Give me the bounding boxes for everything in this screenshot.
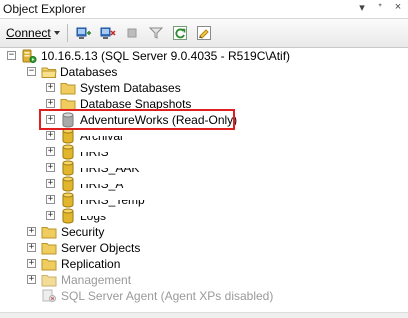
disconnect-icon[interactable] (97, 22, 119, 44)
filter-icon[interactable] (145, 22, 167, 44)
tree-node-sql-server-agent[interactable]: SQL Server Agent (Agent XPs disabled) (0, 288, 408, 304)
tree-node-database[interactable]: + Archival (0, 128, 408, 144)
expand-toggle[interactable]: + (46, 147, 55, 156)
expand-toggle[interactable]: + (27, 275, 36, 284)
tree-node-security[interactable]: + Security (0, 224, 408, 240)
tree-label: HRIS (80, 145, 109, 159)
expand-toggle[interactable]: + (46, 195, 55, 204)
folder-icon (60, 81, 76, 95)
object-explorer-toolbar: Connect (0, 18, 408, 48)
tree-node-database[interactable]: + HRIS_AAK (0, 160, 408, 176)
tree-label: Logs (80, 209, 107, 223)
folder-open-icon (41, 65, 57, 79)
folder-icon (41, 273, 57, 287)
tree-label: HRIS_AAK (80, 161, 140, 175)
expand-toggle[interactable]: + (27, 259, 36, 268)
tree-node-replication[interactable]: + Replication (0, 256, 408, 272)
connect-button[interactable]: Connect (4, 24, 62, 42)
tree-label: Replication (61, 257, 121, 271)
tree-label: HRIS_Temp (80, 193, 145, 207)
tree-node-database[interactable]: + HRIS_A (0, 176, 408, 192)
expand-toggle[interactable]: + (27, 243, 36, 252)
pin-icon[interactable]: ᐩ (374, 1, 386, 14)
tree-label: HRIS_A (80, 177, 124, 191)
tree-node-database[interactable]: + HRIS_Temp (0, 192, 408, 208)
folder-icon (41, 225, 57, 239)
tree-label: SQL Server Agent (Agent XPs disabled) (61, 289, 274, 303)
tree-node-server[interactable]: − 10.16.5.13 (SQL Server 9.0.4035 - R519… (0, 48, 408, 64)
toolbar-separator (66, 24, 68, 42)
stop-icon[interactable] (121, 22, 143, 44)
server-label: 10.16.5.13 (SQL Server 9.0.4035 - R519C\… (41, 49, 291, 63)
tree-label: Security (61, 225, 105, 239)
database-icon (60, 192, 76, 208)
expand-toggle[interactable]: + (46, 83, 55, 92)
tree-label: Management (61, 273, 132, 287)
collapse-toggle[interactable]: − (7, 51, 16, 60)
folder-icon (41, 241, 57, 255)
server-icon (21, 49, 37, 63)
close-icon[interactable]: × (392, 1, 404, 14)
database-icon (60, 208, 76, 224)
window-controls: ▾ ᐩ × (356, 1, 404, 14)
database-icon (60, 176, 76, 192)
tree-node-database[interactable]: + HRIS (0, 144, 408, 160)
expand-toggle[interactable]: + (27, 227, 36, 236)
expand-toggle[interactable]: + (46, 163, 55, 172)
tree-label: System Databases (80, 81, 181, 95)
expand-toggle[interactable]: + (46, 179, 55, 188)
connect-icon[interactable] (73, 22, 95, 44)
tree-label: Archival (80, 129, 123, 143)
database-icon (60, 160, 76, 176)
chevron-down-icon (53, 31, 60, 35)
tree-node-database[interactable]: + Logs (0, 208, 408, 224)
collapse-toggle[interactable]: − (27, 67, 36, 76)
expand-toggle[interactable]: + (46, 131, 55, 140)
tree-node-databases[interactable]: − Databases (0, 64, 408, 80)
tree-node-server-objects[interactable]: + Server Objects (0, 240, 408, 256)
tree-label: Server Objects (61, 241, 141, 255)
expand-toggle[interactable]: + (46, 211, 55, 220)
expand-toggle[interactable]: + (46, 99, 55, 108)
object-explorer-titlebar: Object Explorer ▾ ᐩ × (0, 0, 408, 18)
highlight-box (39, 109, 235, 130)
database-icon (60, 128, 76, 144)
tree-node-management[interactable]: + Management (0, 272, 408, 288)
object-explorer-tree[interactable]: − 10.16.5.13 (SQL Server 9.0.4035 - R519… (0, 48, 408, 318)
folder-icon (41, 257, 57, 271)
window-title: Object Explorer (3, 2, 86, 16)
refresh-icon[interactable] (169, 22, 191, 44)
tree-node-system-databases[interactable]: + System Databases (0, 80, 408, 96)
summary-icon[interactable] (193, 22, 215, 44)
window-menu-arrow-icon[interactable]: ▾ (356, 1, 368, 14)
database-icon (60, 144, 76, 160)
connect-label: Connect (6, 26, 51, 40)
agent-icon (41, 289, 57, 303)
databases-label: Databases (60, 65, 118, 79)
horizontal-scrollbar[interactable] (0, 312, 408, 318)
